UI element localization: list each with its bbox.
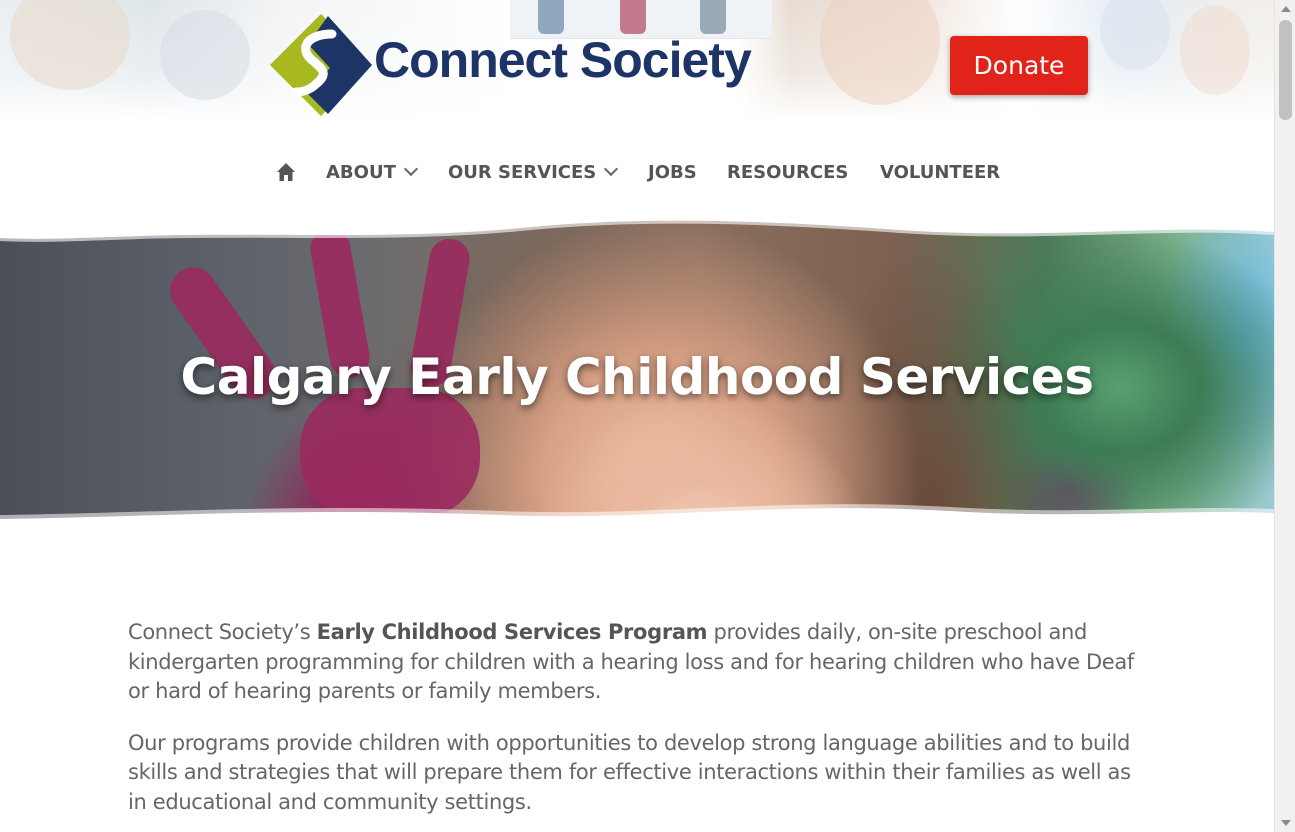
nav-item-label: RESOURCES: [727, 162, 849, 183]
intro-text: Connect Society’s: [128, 620, 317, 644]
hero-bottom-wave: [0, 504, 1274, 543]
site-logo[interactable]: Connect Society: [268, 12, 752, 118]
header-photo: [160, 10, 250, 100]
header-photo: [10, 0, 130, 90]
nav-item-label: OUR SERVICES: [448, 162, 597, 183]
chevron-down-icon: [604, 161, 619, 177]
donate-button[interactable]: Donate: [950, 36, 1088, 95]
logo-text: Connect Society: [374, 32, 752, 88]
main-content: Connect Society’s Early Childhood Servic…: [128, 618, 1148, 832]
nav-item-resources[interactable]: RESOURCES: [727, 158, 848, 188]
program-name: Early Childhood Services Program: [316, 620, 708, 644]
header-photo: [1100, 0, 1170, 70]
scrollbar-thumb[interactable]: [1279, 20, 1292, 120]
hero-image-detail: [300, 388, 480, 518]
page-title: Calgary Early Childhood Services: [180, 348, 1094, 406]
programs-paragraph: Our programs provide children with oppor…: [128, 730, 1131, 814]
chevron-down-icon: [403, 161, 418, 177]
connect-society-logo-icon: [270, 14, 372, 116]
nav-item-label: VOLUNTEER: [880, 162, 1001, 183]
intro-paragraph: Connect Society’s Early Childhood Servic…: [128, 618, 1148, 707]
hero-top-wave: [0, 218, 1274, 242]
header-photo: [1180, 5, 1250, 95]
page: Connect Society Donate ABOUT OUR SERVICE…: [0, 0, 1274, 832]
main-nav: ABOUT OUR SERVICES JOBS RESOURCES VOLUNT…: [0, 158, 1274, 188]
nav-item-jobs[interactable]: JOBS: [648, 158, 697, 188]
nav-item-label: JOBS: [648, 162, 697, 183]
scroll-down-arrow-icon[interactable]: [1281, 820, 1291, 826]
hero-banner: Calgary Early Childhood Services: [0, 218, 1274, 543]
nav-item-label: ABOUT: [326, 162, 396, 183]
scroll-up-arrow-icon[interactable]: [1281, 6, 1291, 12]
header-photo: [820, 0, 940, 105]
nav-item-our-services[interactable]: OUR SERVICES: [448, 158, 619, 188]
nav-item-about[interactable]: ABOUT: [326, 158, 418, 188]
page-scrollbar[interactable]: [1274, 0, 1295, 832]
home-icon[interactable]: [276, 162, 296, 182]
nav-item-volunteer[interactable]: VOLUNTEER: [880, 158, 1000, 188]
